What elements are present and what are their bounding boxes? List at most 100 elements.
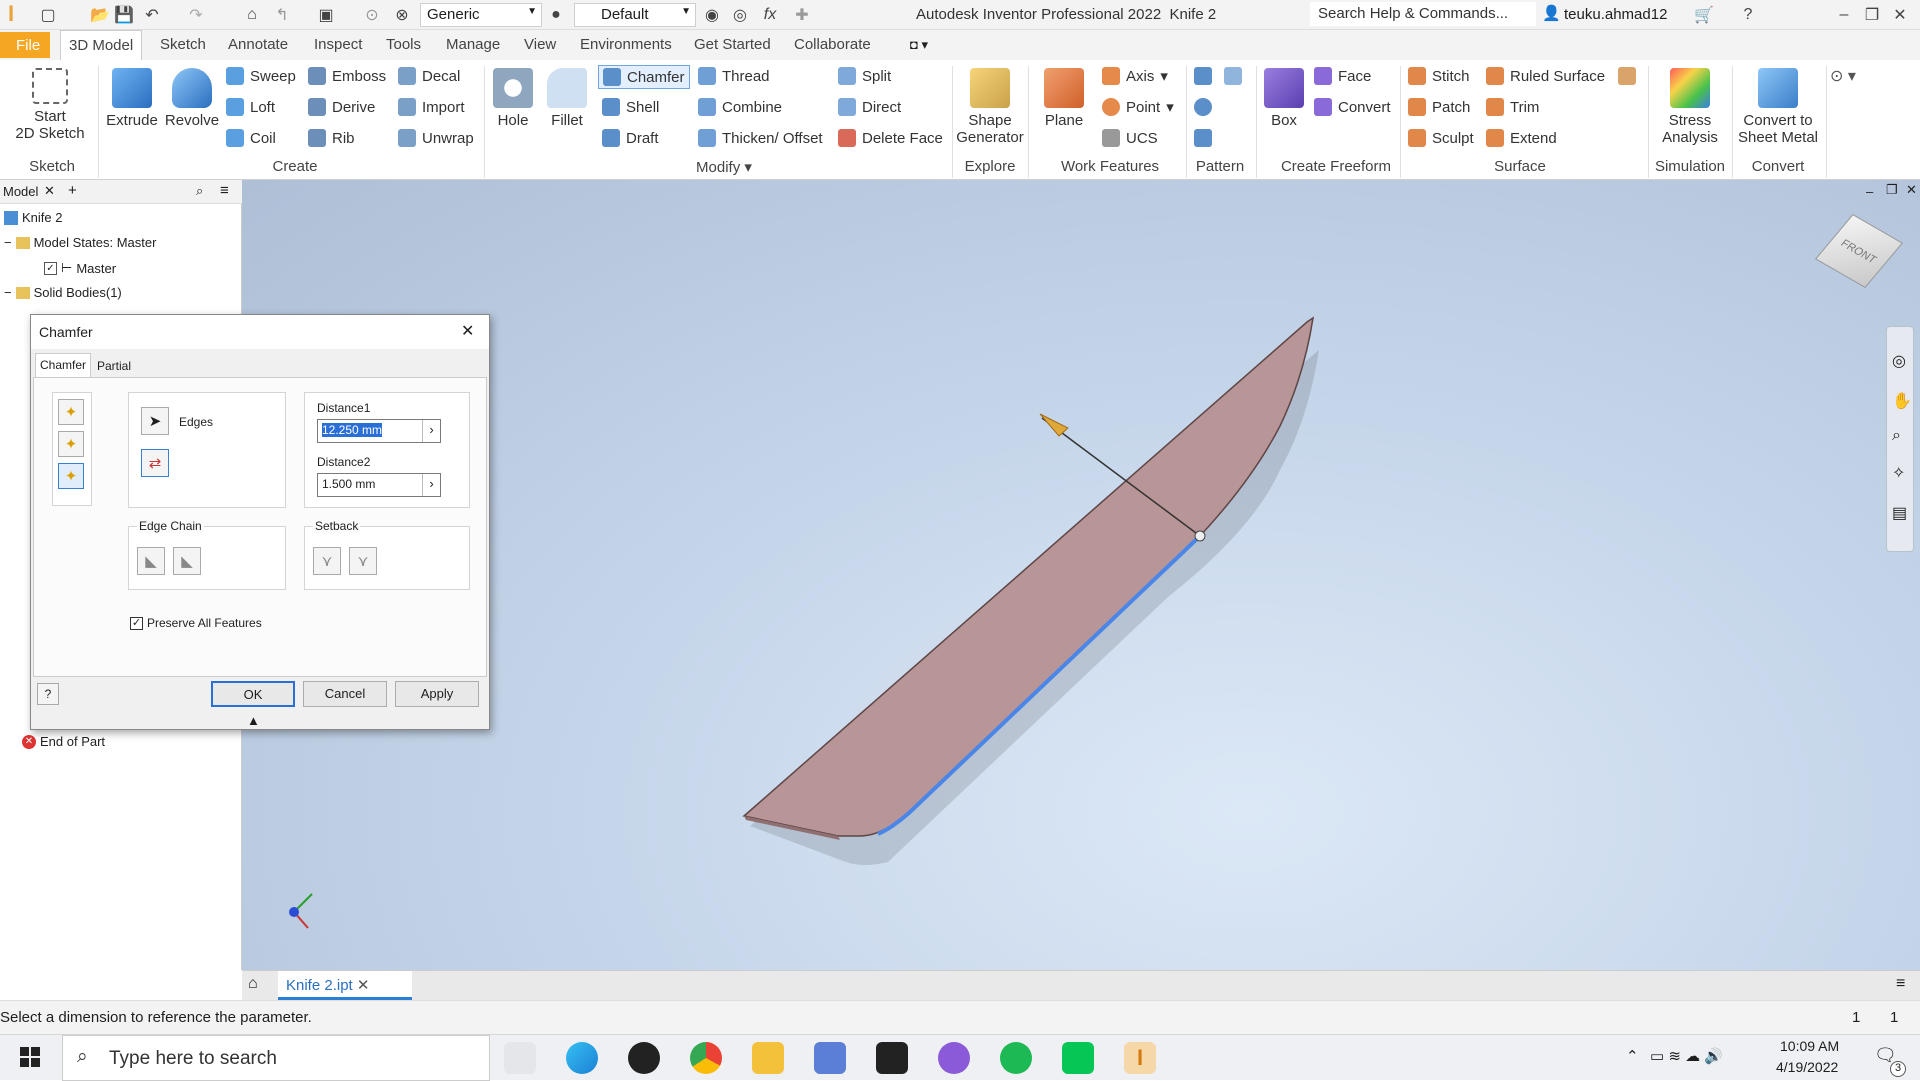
tree-item-model-states[interactable]: − Model States: Master (4, 235, 156, 250)
revolve-button[interactable]: Revolve (164, 64, 220, 129)
two-distances-method-icon[interactable]: ✦ (58, 463, 84, 489)
tab-tools[interactable]: Tools (386, 36, 421, 53)
chamfer-direction-arrow[interactable] (1039, 413, 1069, 437)
material-dropdown[interactable]: Generic ▼ (420, 3, 542, 27)
zoom-icon[interactable]: ⌕ (1892, 427, 1901, 445)
fillet-button[interactable]: Fillet (542, 64, 592, 129)
ucs-button[interactable]: UCS (1102, 129, 1158, 147)
extend-button[interactable]: Extend (1486, 129, 1557, 147)
group-modify-label[interactable]: Modify ▾ (684, 158, 764, 176)
tree-item-master[interactable]: ✓ ⊢ Master (44, 260, 116, 276)
steering-wheel-icon[interactable]: ◎ (1892, 351, 1906, 371)
sculpt-button[interactable]: Sculpt (1408, 129, 1474, 147)
minimize-icon[interactable]: – (1834, 5, 1854, 25)
update-icon[interactable]: ▣ (316, 5, 336, 25)
trim-button[interactable]: Trim (1486, 98, 1539, 116)
shape-generator-button[interactable]: Shape Generator (956, 64, 1024, 146)
discord-icon[interactable] (938, 1042, 970, 1074)
app-icon[interactable] (814, 1042, 846, 1074)
checkbox-icon[interactable]: ✓ (44, 261, 57, 275)
extrude-button[interactable]: Extrude (104, 64, 160, 129)
dialog-tab-chamfer[interactable]: Chamfer (35, 353, 92, 377)
cart-icon[interactable]: 🛒 (1694, 5, 1714, 25)
independent-edge-icon[interactable]: ◣ (173, 547, 201, 575)
tree-item-knife[interactable]: Knife 2 (4, 210, 62, 225)
return-icon[interactable]: ↰ (272, 5, 292, 25)
direct-button[interactable]: Direct (838, 98, 901, 116)
tray-icons[interactable]: ▭ ≋ ☁ 🔊 (1650, 1047, 1723, 1065)
unwrap-button[interactable]: Unwrap (398, 129, 474, 147)
distance1-arrow-button[interactable]: › (422, 420, 440, 442)
plane-button[interactable]: Plane (1034, 64, 1094, 129)
box-button[interactable]: Box (1260, 64, 1308, 129)
tree-item-solid-bodies[interactable]: − Solid Bodies(1) (4, 285, 122, 300)
derive-button[interactable]: Derive (308, 98, 375, 116)
orbit-icon[interactable]: ✧ (1892, 463, 1905, 483)
distance2-arrow-button[interactable]: › (422, 474, 440, 496)
knife-body[interactable] (742, 316, 1315, 837)
axis-button[interactable]: Axis ▾ (1102, 67, 1168, 85)
apply-button[interactable]: Apply (395, 681, 479, 707)
redo-icon[interactable]: ↷ (186, 5, 206, 25)
inventor-taskbar-icon[interactable]: I (1124, 1042, 1156, 1074)
home-tab-icon[interactable]: ⌂ (248, 975, 258, 993)
new-icon[interactable]: ▢ (38, 5, 58, 25)
rib-button[interactable]: Rib (308, 129, 355, 147)
tree-item-end-of-part[interactable]: ✕ End of Part (22, 734, 105, 749)
coil-button[interactable]: Coil (226, 129, 276, 147)
tab-get-started[interactable]: Get Started (694, 36, 771, 53)
ribbon-options-icon[interactable]: ⊙ ▾ (1830, 66, 1856, 86)
shell-button[interactable]: Shell (602, 98, 659, 116)
browser-search-icon[interactable]: ⌕ (196, 183, 203, 199)
decal-button[interactable]: Decal (398, 67, 460, 85)
viewport-close-icon[interactable]: ✕ (1906, 182, 1917, 198)
collapse-icon[interactable]: − (4, 235, 12, 250)
setback-on-icon[interactable]: ⋎ (313, 547, 341, 575)
select-icon[interactable]: ⊙ (362, 5, 382, 25)
emboss-button[interactable]: Emboss (308, 67, 386, 85)
edge-endpoint[interactable] (1194, 530, 1206, 542)
stress-analysis-button[interactable]: Stress Analysis (1652, 64, 1728, 146)
home-icon[interactable]: ⌂ (242, 5, 262, 25)
dialog-tab-partial[interactable]: Partial (95, 357, 133, 375)
restore-icon[interactable]: ❐ (1862, 5, 1882, 25)
patch-button[interactable]: Patch (1408, 98, 1470, 116)
rectangular-pattern-button[interactable] (1194, 67, 1212, 85)
split-button[interactable]: Split (838, 67, 891, 85)
doc-tab-knife[interactable]: Knife 2.ipt ✕ (278, 971, 412, 1000)
convert-sheet-metal-button[interactable]: Convert to Sheet Metal (1734, 64, 1822, 146)
line-icon[interactable] (1062, 1042, 1094, 1074)
cancel-button[interactable]: Cancel (303, 681, 387, 707)
search-box[interactable]: Search Help & Commands... (1310, 2, 1536, 26)
tab-collaborate[interactable]: Collaborate (794, 36, 871, 53)
browser-close-icon[interactable]: ✕ (44, 183, 55, 199)
appearance-dropdown[interactable]: Default ▼ (574, 3, 696, 27)
ruled-surface-button[interactable]: Ruled Surface (1486, 67, 1605, 85)
point-button[interactable]: Point ▾ (1102, 98, 1174, 116)
open-icon[interactable]: 📂 (90, 5, 110, 25)
dialog-close-icon[interactable]: ✕ (461, 321, 474, 341)
pan-icon[interactable]: ✋ (1892, 391, 1912, 411)
collapse-icon[interactable]: − (4, 285, 12, 300)
tray-chevron-icon[interactable]: ⌃ (1626, 1047, 1639, 1065)
xbox-icon[interactable] (628, 1042, 660, 1074)
sketch-pattern-button[interactable] (1194, 129, 1212, 147)
windows-start-icon[interactable] (20, 1047, 40, 1067)
appearance-icon[interactable]: ● (546, 5, 566, 25)
stitch-button[interactable]: Stitch (1408, 67, 1470, 85)
browser-add-icon[interactable]: + (68, 182, 77, 199)
circular-pattern-button[interactable] (1194, 98, 1212, 116)
draft-button[interactable]: Draft (602, 129, 659, 147)
knife-model[interactable] (242, 180, 1920, 970)
edge-icon[interactable] (566, 1042, 598, 1074)
edges-select-button[interactable]: ➤ (141, 407, 169, 435)
dialog-help-icon[interactable]: ? (37, 683, 59, 705)
help-icon[interactable]: ? (1738, 5, 1758, 25)
viewport-minimize-icon[interactable]: – (1866, 184, 1873, 199)
doc-tab-close-icon[interactable]: ✕ (357, 977, 370, 994)
mail-icon[interactable] (876, 1042, 908, 1074)
thicken-offset-button[interactable]: Thicken/ Offset (698, 129, 823, 147)
flip-direction-button[interactable]: ⇄ (141, 449, 169, 477)
preserve-all-features-checkbox[interactable]: ✓ Preserve All Features (130, 616, 262, 630)
face-button[interactable]: Face (1314, 67, 1371, 85)
